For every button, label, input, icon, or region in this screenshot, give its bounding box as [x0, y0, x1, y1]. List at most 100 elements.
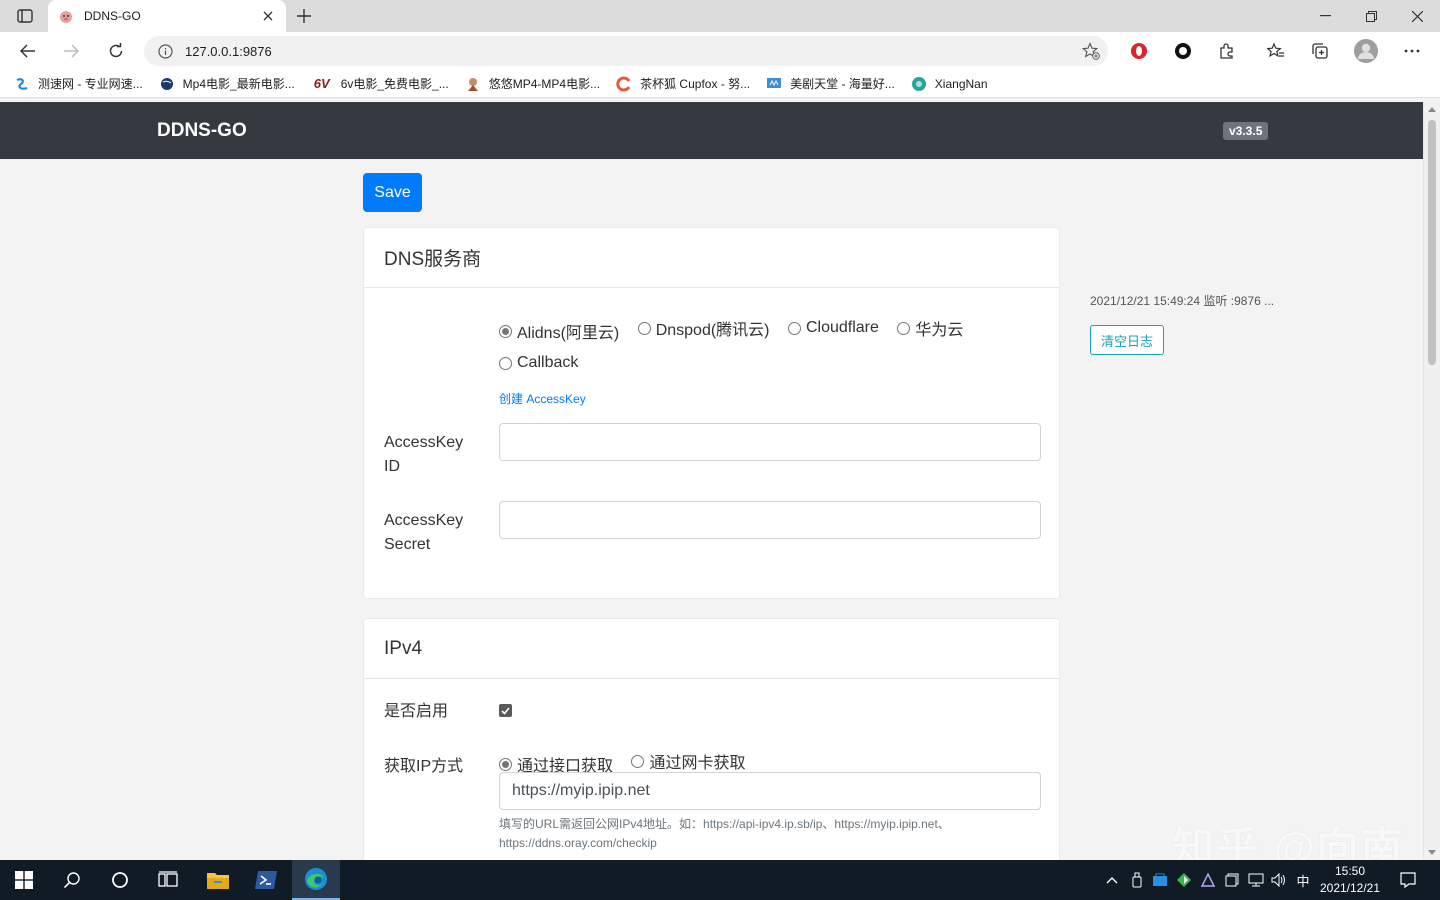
tray-app-blue-icon[interactable]: [1151, 860, 1169, 900]
bookmarks-bar: 测速网 - 专业网速... Mp4电影_最新电影... 6V 6v电影_免费电影…: [0, 70, 1440, 98]
notification-icon[interactable]: [1397, 860, 1419, 900]
windows-logo-icon: [15, 871, 33, 889]
radio-label: 华为云: [915, 322, 964, 339]
clear-log-button[interactable]: 清空日志: [1090, 325, 1164, 355]
usb-icon[interactable]: [1128, 860, 1146, 900]
accesskey-secret-input[interactable]: [499, 501, 1041, 539]
radio-via-nic[interactable]: 通过网卡获取: [631, 749, 745, 773]
address-bar[interactable]: 127.0.0.1:9876: [144, 36, 1108, 66]
help-line: 填写的URL需返回公网IPv4地址。如：https://api-ipv4.ip.…: [499, 817, 950, 831]
label-line: AccessKey: [384, 434, 464, 451]
scroll-down-icon[interactable]: [1428, 850, 1436, 856]
new-tab-icon[interactable]: [292, 5, 316, 27]
site-info-icon[interactable]: [158, 43, 173, 59]
app-brand[interactable]: DDNS-GO: [157, 120, 247, 142]
bookmark-item[interactable]: 悠悠MP4-MP4电影...: [465, 75, 600, 92]
bookmark-item[interactable]: Mp4电影_最新电影...: [159, 75, 295, 92]
save-button[interactable]: Save: [363, 173, 422, 212]
page-scrollbar[interactable]: [1423, 102, 1440, 860]
radio-button[interactable]: [499, 356, 512, 370]
bookmark-item[interactable]: 美剧天堂 - 海量好...: [766, 75, 895, 92]
restore-icon[interactable]: [1348, 0, 1394, 32]
tab-strip: DDNS-GO: [0, 0, 1440, 32]
radio-button[interactable]: [631, 754, 645, 768]
accesskey-id-input[interactable]: [499, 423, 1041, 461]
minimize-icon[interactable]: [1302, 0, 1348, 32]
bookmark-label: 美剧天堂 - 海量好...: [790, 77, 895, 91]
ddns-favicon-icon: [58, 8, 74, 24]
card-title: IPv4: [364, 619, 1059, 679]
bookmark-label: Mp4电影_最新电影...: [182, 77, 295, 91]
start-button[interactable]: [0, 860, 48, 900]
forward-icon[interactable]: [56, 36, 86, 66]
enable-label: 是否启用: [384, 703, 449, 720]
bookmark-label: 6v电影_免费电影_...: [340, 77, 449, 91]
radio-cloudflare[interactable]: Cloudflare: [787, 319, 879, 337]
radio-callback[interactable]: Callback: [499, 354, 578, 372]
radio-dnspod[interactable]: Dnspod(腾讯云): [637, 316, 770, 340]
back-icon[interactable]: [13, 36, 43, 66]
more-menu-icon[interactable]: [1397, 36, 1427, 66]
scroll-up-icon[interactable]: [1428, 106, 1436, 112]
add-favorite-icon[interactable]: [1081, 42, 1100, 60]
watermark: 知乎 @向南: [1172, 824, 1405, 860]
taskbar-clock[interactable]: 15:50 2021/12/21: [1310, 863, 1390, 897]
radio-button[interactable]: [499, 757, 512, 771]
tab-close-icon[interactable]: [260, 8, 276, 24]
task-view-icon[interactable]: [144, 860, 192, 900]
radio-huaweicloud[interactable]: 华为云: [897, 316, 963, 340]
radio-button[interactable]: [897, 321, 911, 335]
radio-label: Callback: [517, 354, 579, 371]
radio-button[interactable]: [787, 321, 801, 335]
file-explorer-icon[interactable]: [194, 860, 242, 900]
edge-taskbar-icon[interactable]: [292, 860, 340, 900]
radio-label: Cloudflare: [805, 319, 879, 336]
help-line: https://ddns.oray.com/checkip: [499, 836, 657, 850]
scrollbar-thumb[interactable]: [1428, 120, 1436, 365]
profile-avatar[interactable]: [1351, 36, 1381, 66]
tray-window-icon[interactable]: [1223, 860, 1241, 900]
tab-actions-button[interactable]: [8, 5, 42, 27]
powershell-icon[interactable]: [242, 860, 290, 900]
favorites-icon[interactable]: [1261, 36, 1291, 66]
radio-alidns[interactable]: Alidns(阿里云): [499, 319, 619, 343]
url-text: 127.0.0.1:9876: [185, 43, 272, 59]
extensions-icon[interactable]: [1212, 36, 1242, 66]
label-line: Secret: [384, 536, 431, 553]
network-icon[interactable]: [1247, 860, 1265, 900]
windows-taskbar: 中 15:50 2021/12/21: [0, 860, 1440, 900]
globe-icon: [159, 76, 175, 92]
bookmark-item[interactable]: 测速网 - 专业网速...: [14, 75, 143, 92]
cupfox-icon: [616, 76, 632, 92]
bookmark-item[interactable]: 6V 6v电影_免费电影_...: [311, 75, 449, 92]
bookmark-label: 茶杯狐 Cupfox - 努...: [640, 77, 751, 91]
ipv4-url-input[interactable]: https://myip.ipip.net: [499, 772, 1041, 810]
accesskey-secret-label: AccessKey Secret: [384, 509, 474, 557]
search-icon[interactable]: [48, 860, 96, 900]
tray-app-triangle-icon[interactable]: [1199, 860, 1217, 900]
record-extension-icon[interactable]: [1168, 36, 1198, 66]
chevron-up-icon[interactable]: [1103, 860, 1121, 900]
cortana-icon[interactable]: [96, 860, 144, 900]
check-icon: [501, 706, 510, 715]
enable-checkbox[interactable]: [499, 704, 512, 717]
tray-app-green-icon[interactable]: [1175, 860, 1193, 900]
label-line: ID: [384, 458, 400, 475]
browser-tab[interactable]: DDNS-GO: [48, 0, 286, 32]
bookmark-item[interactable]: 茶杯狐 Cupfox - 努...: [616, 75, 750, 92]
radio-button[interactable]: [499, 324, 512, 338]
version-badge: v3.3.5: [1223, 122, 1269, 140]
bookmark-item[interactable]: XiangNan: [911, 76, 988, 92]
close-window-icon[interactable]: [1394, 0, 1440, 32]
collections-icon[interactable]: [1305, 36, 1335, 66]
browser-toolbar: 127.0.0.1:9876: [0, 32, 1440, 70]
6v-logo-icon: 6V: [313, 76, 330, 91]
clock-date: 2021/12/21: [1319, 881, 1381, 895]
reload-icon[interactable]: [101, 36, 131, 66]
volume-icon[interactable]: [1270, 860, 1288, 900]
opera-extension-icon[interactable]: [1124, 36, 1154, 66]
create-accesskey-link[interactable]: 创建 AccessKey: [499, 390, 586, 407]
app-navbar: DDNS-GO v3.3.5: [0, 102, 1423, 159]
radio-button[interactable]: [637, 321, 651, 335]
bookmark-label: 测速网 - 专业网速...: [38, 77, 143, 91]
